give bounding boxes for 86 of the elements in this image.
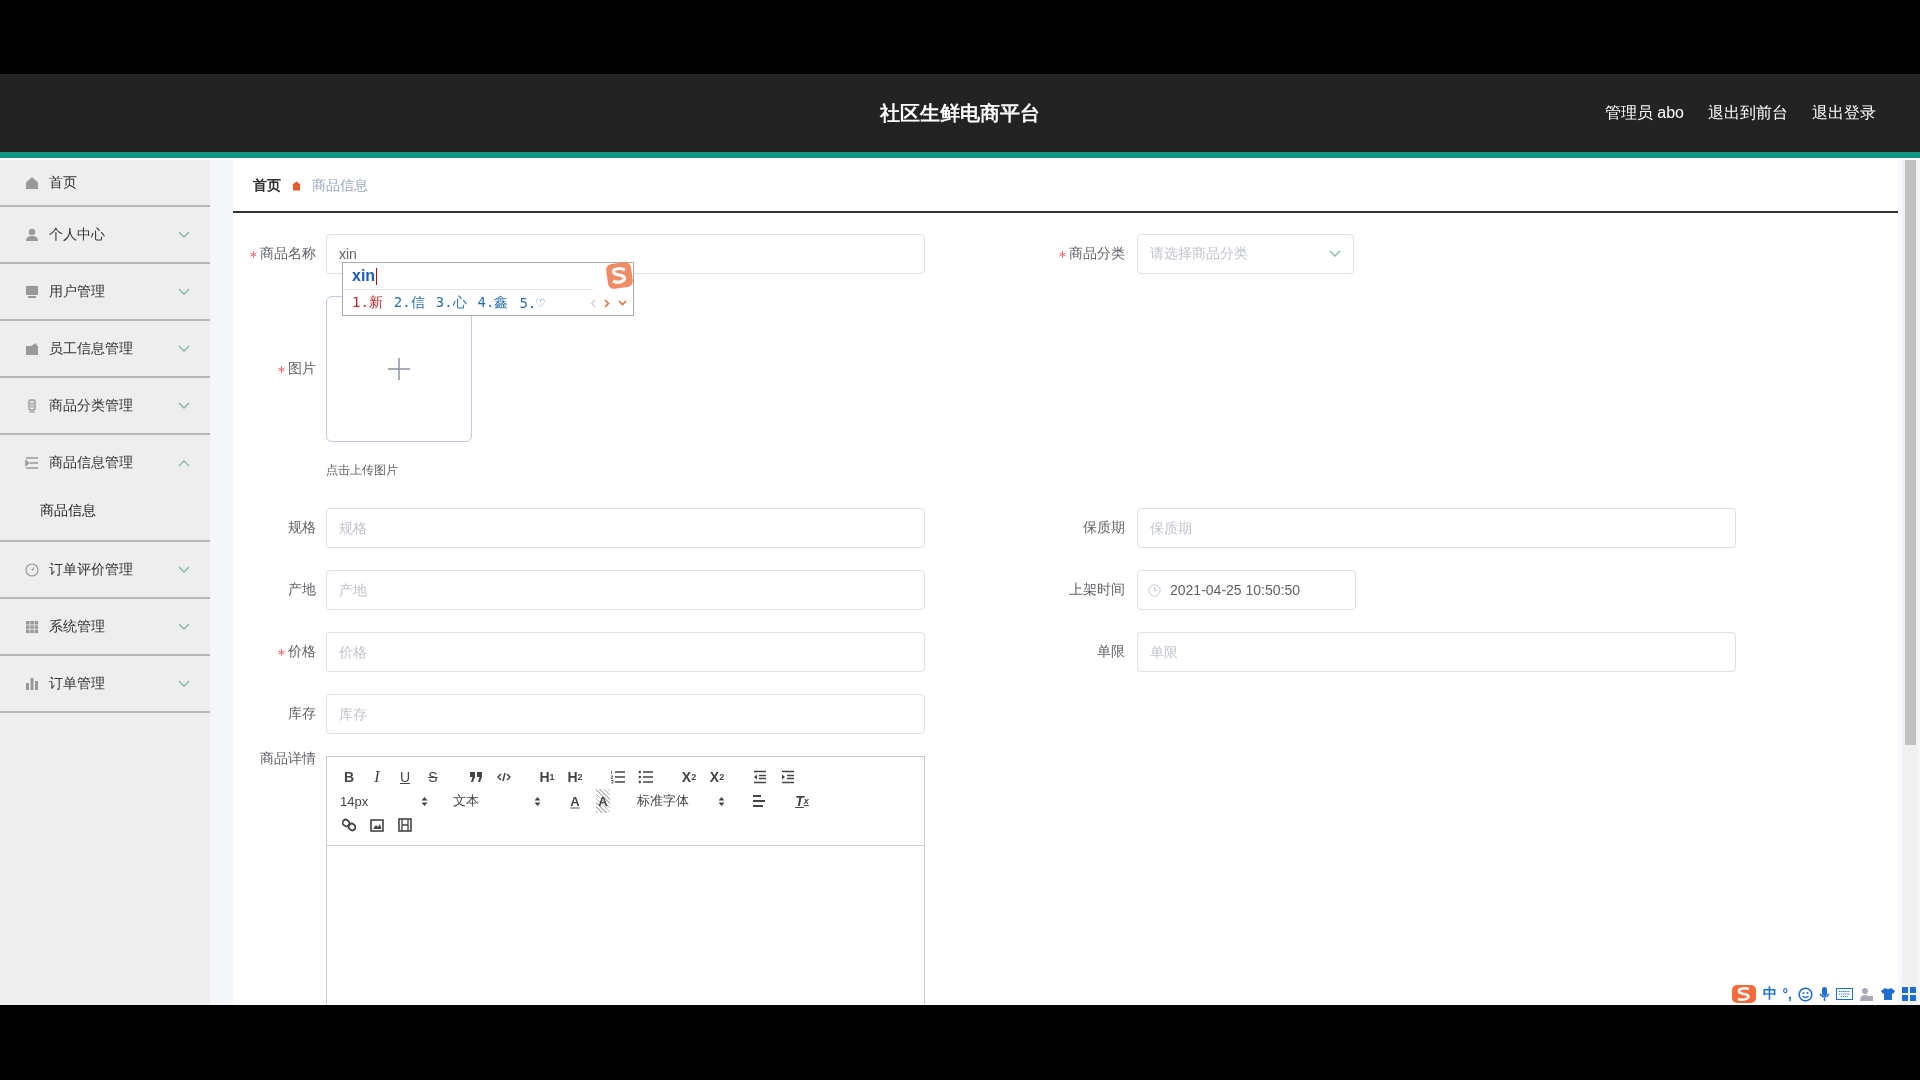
bullet-list-icon bbox=[638, 770, 654, 784]
date-field[interactable]: 2021-04-25 10:50:50 bbox=[1137, 570, 1356, 610]
header-link[interactable]: 管理员 abo bbox=[1604, 102, 1684, 124]
image-icon bbox=[370, 818, 384, 832]
field-label: 商品分类 bbox=[1069, 245, 1125, 263]
picker-select[interactable]: 标准字体 bbox=[632, 789, 730, 813]
home-icon bbox=[25, 175, 39, 190]
quote-icon bbox=[469, 771, 483, 783]
breadcrumb-current: 商品信息 bbox=[312, 176, 368, 195]
candidate[interactable]: 4.鑫 bbox=[477, 294, 509, 312]
candidate[interactable]: 2.信 bbox=[393, 294, 425, 312]
candidate[interactable]: 1.新 bbox=[352, 294, 383, 312]
grid-icon[interactable] bbox=[1902, 987, 1916, 1001]
film-icon bbox=[398, 818, 412, 832]
sidebar-item[interactable]: 订单评价管理 bbox=[0, 542, 210, 597]
upload-hint: 点击上传图片 bbox=[326, 462, 399, 479]
microphone-icon bbox=[25, 398, 39, 413]
field-label: 价格 bbox=[288, 643, 316, 661]
compass-icon bbox=[25, 562, 39, 577]
candidate[interactable]: 5.♡ bbox=[519, 295, 545, 311]
scrollbar[interactable] bbox=[1902, 160, 1918, 1005]
grid-icon bbox=[25, 619, 39, 634]
format-button[interactable]: X$^{2}$ bbox=[703, 765, 731, 789]
indent-icon bbox=[781, 770, 795, 784]
plus-icon bbox=[388, 358, 410, 380]
user-icon bbox=[25, 227, 39, 242]
sidebar-item[interactable]: 首页 bbox=[0, 160, 210, 205]
sidebar-item[interactable]: 商品信息管理 bbox=[0, 435, 210, 490]
picker-select[interactable]: 14px bbox=[335, 789, 433, 813]
field-label: 上架时间 bbox=[1069, 581, 1125, 599]
field-label: 图片 bbox=[288, 360, 316, 378]
field-label: 产地 bbox=[288, 581, 316, 599]
sidebar-item[interactable]: 员工信息管理 bbox=[0, 321, 210, 376]
punctuation-toggle[interactable]: °, bbox=[1782, 986, 1792, 1002]
strikethrough-button[interactable]: S bbox=[419, 765, 447, 789]
input-field[interactable]: 保质期 bbox=[1137, 508, 1736, 548]
field-label: 保质期 bbox=[1083, 519, 1125, 537]
align-left-icon bbox=[752, 794, 766, 808]
bold-button[interactable]: B bbox=[335, 765, 363, 789]
microphone-icon[interactable] bbox=[1819, 986, 1830, 1002]
input-field[interactable]: 产地 bbox=[326, 570, 925, 610]
font-color-button[interactable]: A bbox=[561, 789, 589, 813]
input-field[interactable]: 规格 bbox=[326, 508, 925, 548]
field-label: 库存 bbox=[288, 705, 316, 723]
input-mode-toggle[interactable]: 中 bbox=[1762, 985, 1777, 1003]
sidebar-item[interactable]: 订单管理 bbox=[0, 656, 210, 711]
candidate[interactable]: 3.心 bbox=[435, 294, 467, 312]
sidebar-item[interactable]: 个人中心 bbox=[0, 207, 210, 262]
italic-button[interactable]: I bbox=[363, 765, 391, 789]
smiley-icon[interactable] bbox=[1798, 986, 1813, 1002]
up-down-icon bbox=[718, 795, 725, 807]
field-label: 规格 bbox=[288, 519, 316, 537]
field-label: 商品名称 bbox=[260, 245, 316, 263]
chevron-down-icon bbox=[1329, 250, 1341, 258]
input-field[interactable]: 单限 bbox=[1137, 632, 1736, 672]
ime-logo-icon[interactable] bbox=[1730, 984, 1757, 1004]
up-down-icon bbox=[421, 795, 428, 807]
wallet-icon bbox=[25, 341, 39, 356]
code-icon bbox=[497, 771, 511, 783]
up-down-icon bbox=[534, 795, 541, 807]
ordered-list-icon bbox=[610, 770, 626, 784]
submenu-item[interactable]: 商品信息 bbox=[0, 490, 210, 540]
bar-chart-icon bbox=[25, 676, 39, 691]
list-icon bbox=[25, 455, 39, 470]
next-page-icon[interactable] bbox=[604, 298, 610, 308]
breadcrumb-separator-icon bbox=[291, 180, 302, 191]
link-icon bbox=[342, 818, 356, 832]
header-link[interactable]: 退出到前台 bbox=[1708, 102, 1788, 124]
field-label: 商品详情 bbox=[260, 750, 316, 768]
input-field[interactable]: 价格 bbox=[326, 632, 925, 672]
underline-button[interactable]: U bbox=[391, 765, 419, 789]
keyboard-icon[interactable] bbox=[1836, 988, 1853, 1000]
shirt-icon[interactable] bbox=[1880, 987, 1896, 1001]
picker-select[interactable]: 文本 bbox=[448, 789, 546, 813]
breadcrumb-link[interactable]: 首页 bbox=[253, 176, 281, 195]
sidebar-item[interactable]: 用户管理 bbox=[0, 264, 210, 319]
clock-icon bbox=[1148, 583, 1161, 597]
monitor-icon bbox=[25, 284, 39, 299]
input-field[interactable]: 库存 bbox=[326, 694, 925, 734]
outdent-icon bbox=[753, 770, 767, 784]
expand-icon[interactable] bbox=[618, 300, 627, 306]
header-link[interactable]: 退出登录 bbox=[1812, 102, 1876, 124]
field-label: 单限 bbox=[1097, 643, 1125, 661]
app-title: 社区生鲜电商平台 bbox=[880, 100, 1040, 126]
sidebar-item[interactable]: 商品分类管理 bbox=[0, 378, 210, 433]
sidebar-item[interactable]: 系统管理 bbox=[0, 599, 210, 654]
